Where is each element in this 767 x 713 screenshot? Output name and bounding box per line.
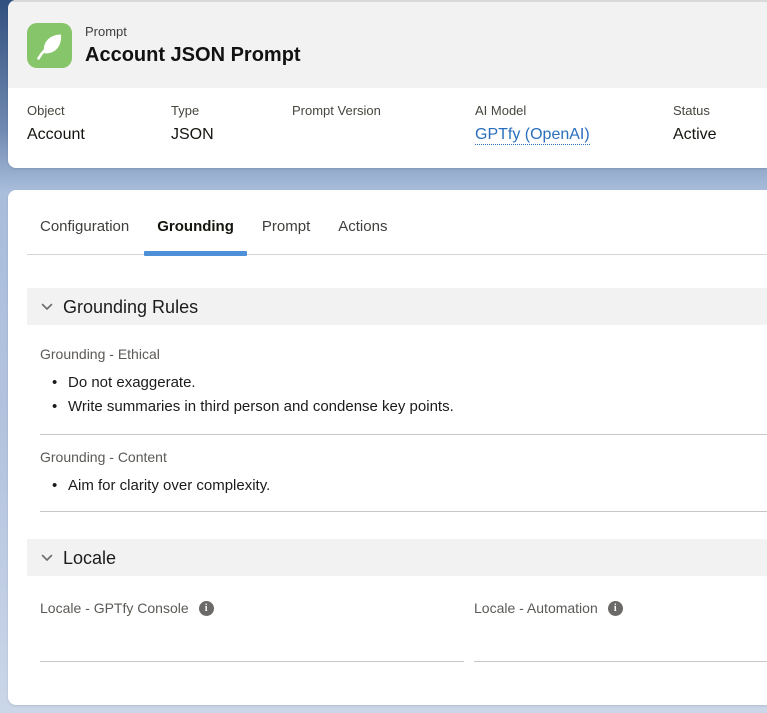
field-locale-automation: Locale - Automation i	[474, 576, 767, 662]
field-label: AI Model	[475, 102, 665, 119]
page-title: Account JSON Prompt	[85, 43, 301, 67]
leaf-icon	[27, 23, 72, 68]
chevron-down-icon[interactable]	[40, 300, 54, 314]
field-label: Locale - GPTfy Console	[40, 600, 189, 617]
section-title: Grounding Rules	[63, 296, 198, 318]
field-locale-gptfy-console: Locale - GPTfy Console i	[40, 576, 464, 662]
bullet-item: Write summaries in third person and cond…	[52, 395, 767, 419]
field-label-row: Locale - Automation i	[474, 576, 767, 617]
tab-grounding[interactable]: Grounding	[144, 216, 247, 254]
chevron-down-icon[interactable]	[40, 551, 54, 565]
info-icon[interactable]: i	[199, 601, 214, 616]
highlights-fields-row: Object Account Type JSON Prompt Version …	[8, 88, 767, 168]
section-title: Locale	[63, 547, 116, 569]
tab-bar: Configuration Grounding Prompt Actions	[27, 190, 767, 255]
field-label-row: Locale - GPTfy Console i	[40, 576, 464, 617]
tab-actions[interactable]: Actions	[325, 216, 400, 254]
record-detail-card: Configuration Grounding Prompt Actions G…	[8, 190, 767, 705]
bullet-item: Do not exaggerate.	[52, 371, 767, 395]
highlight-field-type: Type JSON	[171, 102, 292, 168]
field-label: Locale - Automation	[474, 600, 598, 617]
field-label: Type	[171, 102, 284, 119]
tab-configuration[interactable]: Configuration	[27, 216, 142, 254]
record-title-text: Prompt Account JSON Prompt	[85, 24, 301, 67]
highlight-field-ai-model: AI Model GPTfy (OpenAI)	[475, 102, 673, 168]
record-highlights-card: Prompt Account JSON Prompt Object Accoun…	[8, 0, 767, 168]
field-value: Account	[27, 125, 163, 145]
field-label: Grounding - Ethical	[40, 325, 767, 363]
status-value: Active	[673, 125, 717, 145]
field-label: Status	[673, 102, 717, 119]
entity-label: Prompt	[85, 24, 301, 40]
field-grounding-ethical: Grounding - Ethical Do not exaggerate. W…	[40, 325, 767, 435]
ai-model-link[interactable]: GPTfy (OpenAI)	[475, 126, 590, 145]
field-label: Grounding - Content	[40, 435, 767, 466]
field-grounding-content: Grounding - Content Aim for clarity over…	[40, 435, 767, 512]
locale-fields-row: Locale - GPTfy Console i Locale - Automa…	[40, 576, 767, 662]
info-icon[interactable]: i	[608, 601, 623, 616]
record-title-band: Prompt Account JSON Prompt	[8, 0, 767, 88]
highlight-field-object: Object Account	[27, 102, 171, 168]
highlight-field-prompt-version: Prompt Version	[292, 102, 475, 168]
field-label: Prompt Version	[292, 102, 467, 119]
bullet-list: Aim for clarity over complexity.	[40, 474, 767, 511]
field-value: JSON	[171, 125, 284, 145]
section-header-locale[interactable]: Locale	[27, 539, 767, 576]
section-header-grounding-rules[interactable]: Grounding Rules	[27, 288, 767, 325]
tab-prompt[interactable]: Prompt	[249, 216, 323, 254]
field-value: GPTfy (OpenAI)	[475, 125, 665, 145]
field-label: Object	[27, 102, 163, 119]
highlight-field-status: Status Active	[673, 102, 725, 168]
bullet-list: Do not exaggerate. Write summaries in th…	[40, 371, 767, 434]
bullet-item: Aim for clarity over complexity.	[52, 474, 767, 498]
